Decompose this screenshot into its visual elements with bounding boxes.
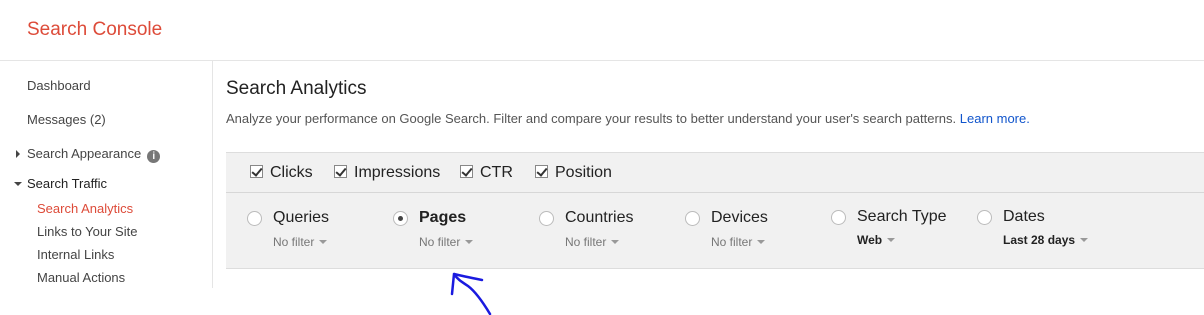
filter-value: Last 28 days [1003,233,1076,247]
app-title[interactable]: Search Console [27,19,162,41]
sidebar-item-manual-actions[interactable]: Manual Actions [37,270,125,285]
dimension-filter-dropdown[interactable]: Last 28 days [1003,233,1089,247]
radio-selected-icon[interactable] [393,211,408,226]
radio-unselected-icon[interactable] [685,211,700,226]
metric-impressions-checkbox[interactable]: Impressions [334,164,440,182]
collapse-down-icon[interactable] [14,182,22,186]
dimension-label: Search Type [857,208,947,225]
filter-value: No filter [711,235,753,249]
checkbox-checked-icon [250,165,263,178]
sidebar-item-links-to-your-site[interactable]: Links to Your Site [37,224,137,239]
dimension-filter-dropdown[interactable]: No filter [711,235,766,249]
metric-label: Impressions [354,164,441,181]
dimension-label: Devices [711,209,768,226]
dropdown-arrow-icon [319,240,328,244]
filter-value: No filter [419,235,461,249]
page-title: Search Analytics [226,78,367,99]
checkbox-checked-icon [334,165,347,178]
info-icon[interactable]: i [147,150,161,163]
dimension-label: Pages [419,209,467,226]
analytics-filter-panel: Clicks Impressions CTR Position Queries … [226,152,1204,269]
checkbox-checked-icon [460,165,473,178]
dimension-filter-dropdown[interactable]: No filter [419,235,474,249]
learn-more-link[interactable]: Learn more. [960,111,1030,126]
dropdown-arrow-icon [757,240,766,244]
dimension-filter-dropdown[interactable]: Web [857,233,896,247]
dropdown-arrow-icon [465,240,474,244]
sidebar: Dashboard Messages (2) Search Appearance… [0,61,213,288]
filter-value: No filter [565,235,607,249]
expand-right-icon[interactable] [16,150,20,158]
dimension-filter-dropdown[interactable]: No filter [273,235,328,249]
checkbox-checked-icon [535,165,548,178]
sidebar-item-dashboard[interactable]: Dashboard [27,78,91,93]
dimension-label: Countries [565,209,634,226]
metric-clicks-checkbox[interactable]: Clicks [250,164,313,182]
sidebar-item-search-traffic[interactable]: Search Traffic [27,176,107,191]
metric-label: Clicks [270,164,313,181]
annotation-arrow-icon [450,272,492,315]
dimension-label: Dates [1003,208,1045,225]
description-text: Analyze your performance on Google Searc… [226,111,957,126]
filter-value: Web [857,233,883,247]
page-description: Analyze your performance on Google Searc… [226,111,1030,126]
filter-value: No filter [273,235,315,249]
dropdown-arrow-icon [887,238,896,242]
radio-unselected-icon[interactable] [539,211,554,226]
metric-label: CTR [480,164,513,181]
sidebar-item-search-appearance[interactable]: Search Appearance i [27,146,161,163]
top-bar: Search Console [0,0,1204,61]
radio-unselected-icon[interactable] [247,211,262,226]
sidebar-item-internal-links[interactable]: Internal Links [37,247,114,262]
dimension-label: Queries [273,209,330,226]
sidebar-item-messages[interactable]: Messages (2) [27,112,106,127]
dimension-filter-dropdown[interactable]: No filter [565,235,620,249]
sidebar-item-label: Search Appearance [27,146,142,161]
sidebar-item-search-analytics[interactable]: Search Analytics [37,201,133,216]
dropdown-arrow-icon [1080,238,1089,242]
metric-position-checkbox[interactable]: Position [535,164,612,182]
dropdown-arrow-icon [611,240,620,244]
metric-ctr-checkbox[interactable]: CTR [460,164,513,182]
radio-unselected-icon[interactable] [831,210,846,225]
metric-label: Position [555,164,612,181]
metrics-row: Clicks Impressions CTR Position [226,153,1204,193]
radio-unselected-icon[interactable] [977,210,992,225]
